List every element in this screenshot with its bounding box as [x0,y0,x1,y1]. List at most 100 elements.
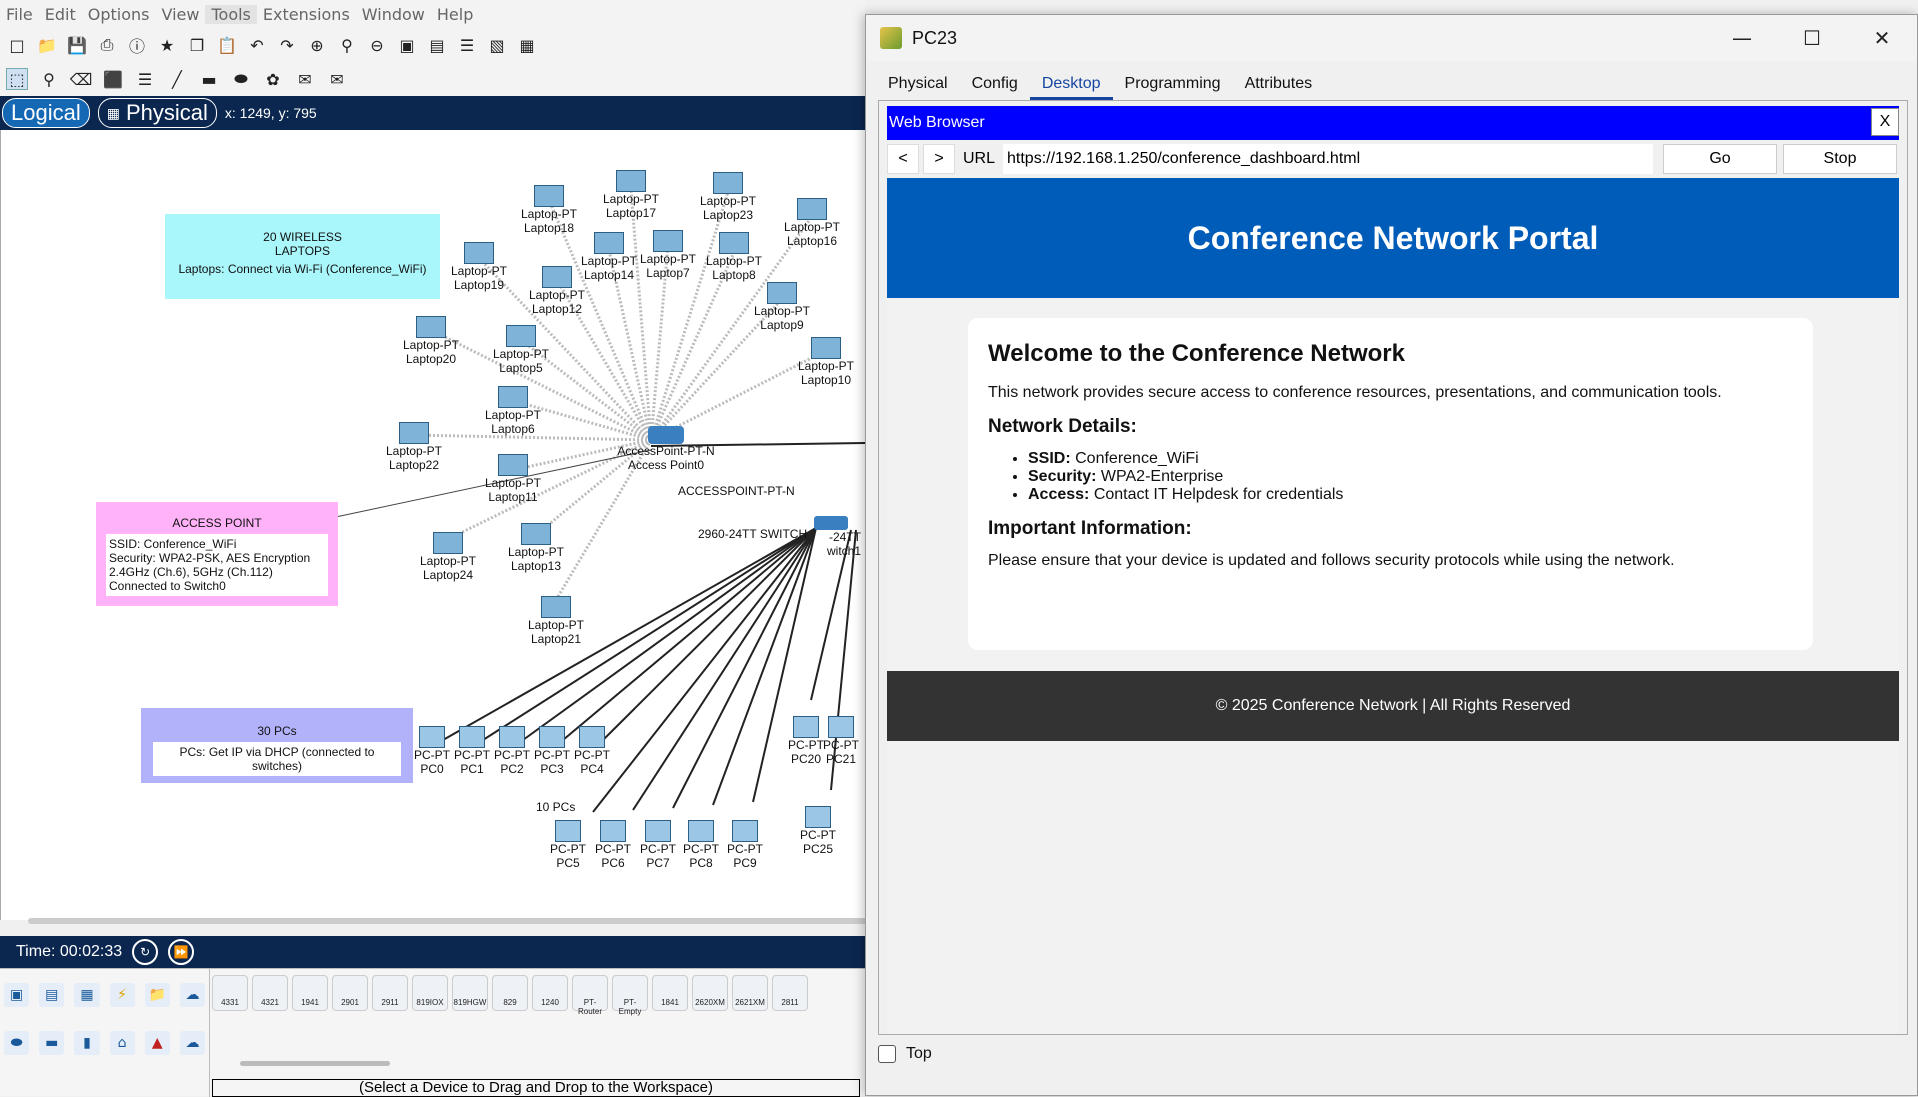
delete-icon[interactable]: ⌫ [70,68,93,90]
switches-icon[interactable]: ▬ [39,1031,65,1055]
router-model[interactable]: 1841 [652,975,688,1011]
menu-options[interactable]: Options [82,5,156,24]
laptop-device[interactable]: Laptop-PT Laptop16 [777,198,847,248]
router-model[interactable]: 819IOX [412,975,448,1011]
menu-help[interactable]: Help [431,5,479,24]
access-point-device[interactable]: AccessPoint-PT-N Access Point0 [616,426,716,472]
browser-close-button[interactable]: X [1871,108,1899,136]
router-model[interactable]: 829 [492,975,528,1011]
physical-mode-button[interactable]: ▦ Physical [97,98,217,128]
access-point-note[interactable]: ACCESS POINT SSID: Conference_WiFi Secur… [96,502,338,606]
back-button[interactable]: < [887,144,919,174]
copy-icon[interactable]: ❐ [186,34,208,56]
draw-rectangle-icon[interactable]: ▬ [198,68,220,90]
laptop-device[interactable]: Laptop-PT Laptop7 [633,230,703,280]
custom-devices-icon[interactable]: ▤ [426,34,448,56]
pc-device[interactable]: PC-PT PC4 [557,726,627,776]
laptop-device[interactable]: Laptop-PT Laptop13 [501,523,571,573]
resize-icon[interactable]: ⬛ [102,68,124,90]
open-folder-icon[interactable]: 📁 [36,34,58,56]
menu-tools[interactable]: Tools [205,4,257,24]
components-icon[interactable]: ▦ [74,983,100,1007]
laptop-device[interactable]: Laptop-PT Laptop5 [486,325,556,375]
draw-line-icon[interactable]: ╱ [166,68,188,90]
place-note-icon[interactable]: ☰ [134,68,156,90]
notes-icon[interactable]: ☰ [456,34,478,56]
pc-device[interactable]: PC-PT PC9 [710,820,780,870]
go-button[interactable]: Go [1663,144,1778,174]
freeform-icon[interactable]: ✿ [262,68,284,90]
print-icon[interactable]: ⎙ [96,34,118,56]
router-model[interactable]: 2811 [772,975,808,1011]
redo-icon[interactable]: ↷ [276,34,298,56]
router-model[interactable]: 2901 [332,975,368,1011]
router-model[interactable]: 2911 [372,975,408,1011]
laptop-device[interactable]: Laptop-PT Laptop17 [596,170,666,220]
info-icon[interactable]: ⓘ [126,34,148,56]
end-devices-icon[interactable]: ▤ [39,983,65,1007]
laptop-device[interactable]: Laptop-PT Laptop9 [747,282,817,332]
router-model[interactable]: 819HGW [452,975,488,1011]
router-model[interactable]: 4331 [212,975,248,1011]
maximize-icon[interactable]: ☐ [1777,15,1847,61]
laptop-device[interactable]: Laptop-PT Laptop11 [478,454,548,504]
miscellaneous-icon[interactable]: 📁 [144,983,170,1007]
close-icon[interactable]: ✕ [1847,15,1917,61]
undo-icon[interactable]: ↶ [246,34,268,56]
laptop-device[interactable]: Laptop-PT Laptop20 [396,316,466,366]
switch-device[interactable]: -24TT witch1 [801,516,861,558]
router-model[interactable]: 2620XM [692,975,728,1011]
tab-programming[interactable]: Programming [1113,71,1233,100]
network-info-icon[interactable]: ▧ [486,34,508,56]
workspace-scrollbar[interactable] [28,918,868,924]
router-model[interactable]: 4321 [252,975,288,1011]
draw-ellipse-icon[interactable]: ⬬ [230,68,252,90]
router-model[interactable]: 2621XM [732,975,768,1011]
routers-icon[interactable]: ⬬ [4,1031,30,1055]
zoom-reset-icon[interactable]: ⚲ [336,34,358,56]
minimize-icon[interactable]: — [1707,15,1777,61]
multiuser-icon[interactable]: ☁ [179,983,206,1007]
url-input[interactable]: https://192.168.1.250/conference_dashboa… [1003,144,1654,174]
drawing-palette-icon[interactable]: ▣ [396,34,418,56]
tab-desktop[interactable]: Desktop [1029,71,1113,100]
menu-view[interactable]: View [156,5,206,24]
tab-physical[interactable]: Physical [876,71,960,100]
router-model[interactable]: PT-Empty [612,975,648,1016]
laptop-device[interactable]: Laptop-PT Laptop22 [379,422,449,472]
palette-scrollbar[interactable] [240,1061,390,1066]
stop-button[interactable]: Stop [1783,144,1898,174]
security-icon[interactable]: ▲ [144,1031,170,1055]
laptop-device[interactable]: Laptop-PT Laptop21 [521,596,591,646]
logical-mode-button[interactable]: Logical [2,98,90,128]
router-model[interactable]: 1240 [532,975,568,1011]
add-simple-pdu-icon[interactable]: ✉ [294,68,316,90]
new-file-icon[interactable]: □ [6,34,28,56]
add-complex-pdu-icon[interactable]: ✉ [326,68,348,90]
wizard-icon[interactable]: ★ [156,34,178,56]
router-model[interactable]: 1941 [292,975,328,1011]
laptop-device[interactable]: Laptop-PT Laptop8 [699,232,769,282]
zoom-in-icon[interactable]: ⊕ [306,34,328,56]
zoom-out-icon[interactable]: ⊖ [366,34,388,56]
menu-window[interactable]: Window [356,5,431,24]
select-icon[interactable]: ⬚ [6,68,28,90]
laptop-device[interactable]: Laptop-PT Laptop19 [444,242,514,292]
laptop-device[interactable]: Laptop-PT Laptop23 [693,172,763,222]
top-toggle[interactable]: Top [878,1045,932,1063]
pcs-note[interactable]: 30 PCs PCs: Get IP via DHCP (connected t… [141,708,413,783]
inspect-icon[interactable]: ⚲ [38,68,60,90]
top-checkbox[interactable] [878,1045,896,1063]
pc-device[interactable]: PC-PT PC21 [816,716,865,766]
hubs-icon[interactable]: ▮ [74,1031,100,1055]
power-cycle-icon[interactable]: ↻ [132,939,159,965]
menu-file[interactable]: File [0,5,39,24]
network-devices-icon[interactable]: ▣ [4,983,30,1007]
image-icon[interactable]: ▦ [516,34,538,56]
pc-device[interactable]: PC-PT PC25 [783,806,853,856]
fast-forward-icon[interactable]: ⏩ [168,939,195,965]
tab-config[interactable]: Config [960,71,1030,100]
laptop-device[interactable]: Laptop-PT Laptop12 [522,266,592,316]
laptop-device[interactable]: Laptop-PT Laptop10 [791,337,861,387]
paste-icon[interactable]: 📋 [216,34,238,56]
